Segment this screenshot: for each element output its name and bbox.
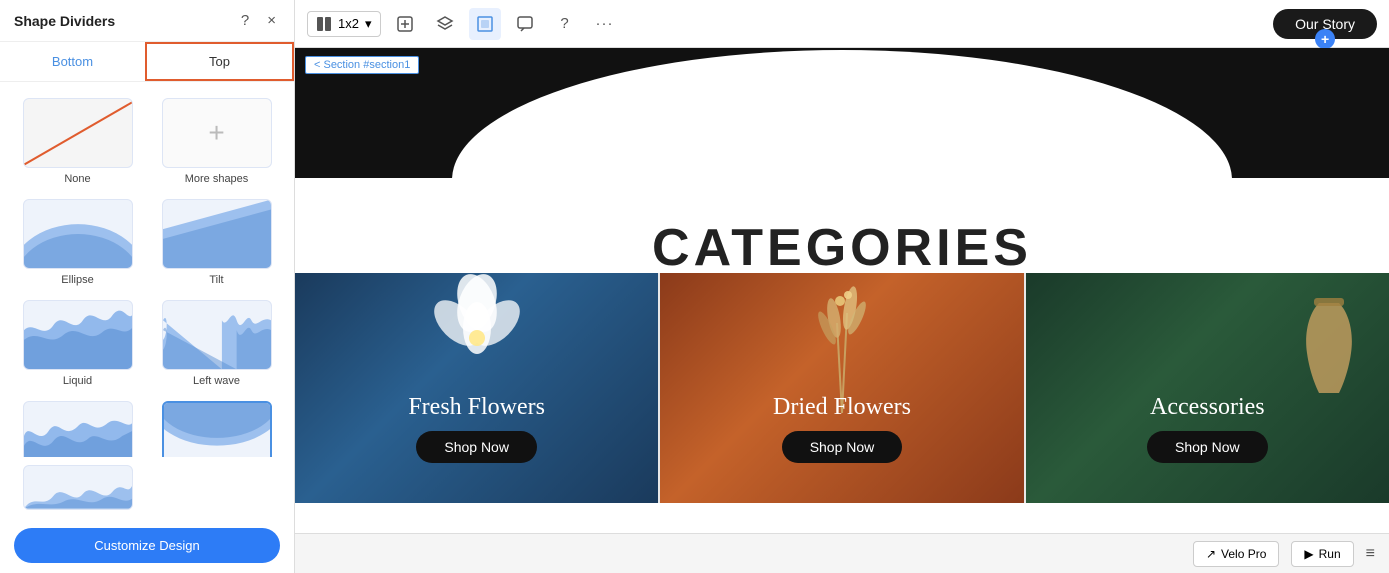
more-options-icon: ··· <box>596 15 614 32</box>
nav-pill[interactable]: Our Story + <box>1273 9 1377 39</box>
run-button[interactable]: ▶ Run <box>1291 541 1353 567</box>
card-acc-btn[interactable]: Shop Now <box>1147 431 1268 463</box>
categories-heading: CATEGORIES <box>295 178 1389 278</box>
help-button[interactable]: ? <box>237 10 253 31</box>
shape-item-leftwave[interactable]: Left wave <box>147 292 286 393</box>
card-fresh-content: Fresh Flowers Shop Now <box>295 314 658 463</box>
tab-bottom[interactable]: Bottom <box>0 42 145 81</box>
partial-shapes-row <box>0 457 294 520</box>
help-toolbar-button[interactable]: ? <box>549 8 581 40</box>
card-accessories: Accessories Shop Now <box>1026 273 1389 503</box>
more-options-button[interactable]: ··· <box>589 8 621 40</box>
shape-label-more: More shapes <box>185 173 249 185</box>
top-toolbar: 1x2 ▾ ? ··· Our Story <box>295 0 1389 48</box>
help-toolbar-icon: ? <box>560 15 568 32</box>
customize-design-button[interactable]: Customize Design <box>14 528 280 563</box>
shape-label-tilt: Tilt <box>209 274 223 286</box>
card-dried: Dried Flowers Shop Now <box>660 273 1025 503</box>
layers-button[interactable] <box>429 8 461 40</box>
shape-preview-leftwave <box>162 300 272 370</box>
panel-header-icons: ? × <box>237 10 280 31</box>
run-label: Run <box>1319 547 1341 561</box>
shape-item-paintscribble[interactable]: Paint scribble <box>8 393 147 457</box>
shape-item-tilt[interactable]: Tilt <box>147 191 286 292</box>
more-plus-icon: + <box>208 119 224 147</box>
panel-title: Shape Dividers <box>14 13 115 29</box>
layout-select[interactable]: 1x2 ▾ <box>307 11 381 37</box>
invertedellipse-svg <box>164 401 270 457</box>
tab-row: Bottom Top <box>0 42 294 82</box>
shape-preview-none <box>23 98 133 168</box>
run-play-icon: ▶ <box>1304 547 1313 561</box>
shape-preview-ellipse <box>23 199 133 269</box>
velo-pro-label: Velo Pro <box>1221 547 1266 561</box>
section-label[interactable]: < Section #section1 <box>305 56 419 74</box>
card-fresh-title: Fresh Flowers <box>408 394 545 421</box>
crop-button[interactable] <box>469 8 501 40</box>
shape-preview-more: + <box>162 98 272 168</box>
shape-label-liquid: Liquid <box>63 375 92 387</box>
top-arch <box>295 48 1389 178</box>
layout-label: 1x2 <box>338 16 359 31</box>
nav-pill-plus-icon[interactable]: + <box>1315 29 1335 49</box>
shape-label-ellipse: Ellipse <box>61 274 93 286</box>
card-acc-title: Accessories <box>1150 394 1265 421</box>
shape-label-none: None <box>64 173 90 185</box>
layers-icon <box>436 15 454 33</box>
partial-svg <box>24 465 132 509</box>
card-dried-btn[interactable]: Shop Now <box>782 431 903 463</box>
shape-item-more[interactable]: + More shapes <box>147 90 286 191</box>
crop-icon <box>476 15 494 33</box>
card-fresh-btn[interactable]: Shop Now <box>416 431 537 463</box>
layout-icon <box>316 16 332 32</box>
settings-icon: ≡ <box>1366 545 1375 562</box>
shape-item-partial1[interactable] <box>8 457 147 516</box>
toolbar-left: 1x2 ▾ ? ··· <box>307 8 1263 40</box>
shape-item-invertedellipse[interactable]: Inverted ellipse <box>147 393 286 457</box>
panel-header: Shape Dividers ? × <box>0 0 294 42</box>
close-button[interactable]: × <box>263 10 280 31</box>
arch-cutout <box>452 50 1232 178</box>
canvas-content: < Section #section1 CATEGORIES <box>295 48 1389 533</box>
shapes-grid: None + More shapes Ellipse <box>0 82 294 457</box>
right-area: 1x2 ▾ ? ··· Our Story <box>295 0 1389 573</box>
card-fresh: Fresh Flowers Shop Now <box>295 273 660 503</box>
comment-button[interactable] <box>509 8 541 40</box>
shape-preview-paintscribble <box>23 401 133 457</box>
ellipse-svg <box>24 199 132 269</box>
add-section-icon <box>396 15 414 33</box>
cards-row: Fresh Flowers Shop Now <box>295 273 1389 503</box>
shape-preview-invertedellipse <box>162 401 272 457</box>
shape-preview-tilt <box>162 199 272 269</box>
velo-pro-link-icon: ↗ <box>1206 547 1216 561</box>
shape-preview-liquid <box>23 300 133 370</box>
card-dried-content: Dried Flowers Shop Now <box>660 314 1023 463</box>
tab-top[interactable]: Top <box>145 42 294 81</box>
canvas-area: < Section #section1 CATEGORIES <box>295 48 1389 533</box>
settings-button[interactable]: ≡ <box>1366 545 1375 563</box>
card-dried-title: Dried Flowers <box>773 394 911 421</box>
shape-dividers-panel: Shape Dividers ? × Bottom Top None + Mor… <box>0 0 295 573</box>
bottom-toolbar: ↗ Velo Pro ▶ Run ≡ <box>295 533 1389 573</box>
paintscribble-svg <box>24 401 132 457</box>
shape-item-ellipse[interactable]: Ellipse <box>8 191 147 292</box>
layout-chevron-icon: ▾ <box>365 16 372 32</box>
add-section-button[interactable] <box>389 8 421 40</box>
shape-item-none[interactable]: None <box>8 90 147 191</box>
velo-pro-button[interactable]: ↗ Velo Pro <box>1193 541 1279 567</box>
card-acc-content: Accessories Shop Now <box>1026 314 1389 463</box>
shape-item-liquid[interactable]: Liquid <box>8 292 147 393</box>
comment-icon <box>516 15 534 33</box>
partial-shape-preview <box>23 465 133 510</box>
leftwave-svg <box>163 300 271 370</box>
tilt-svg <box>163 199 271 269</box>
none-line <box>23 98 133 168</box>
shape-label-leftwave: Left wave <box>193 375 240 387</box>
liquid-svg <box>24 300 132 370</box>
